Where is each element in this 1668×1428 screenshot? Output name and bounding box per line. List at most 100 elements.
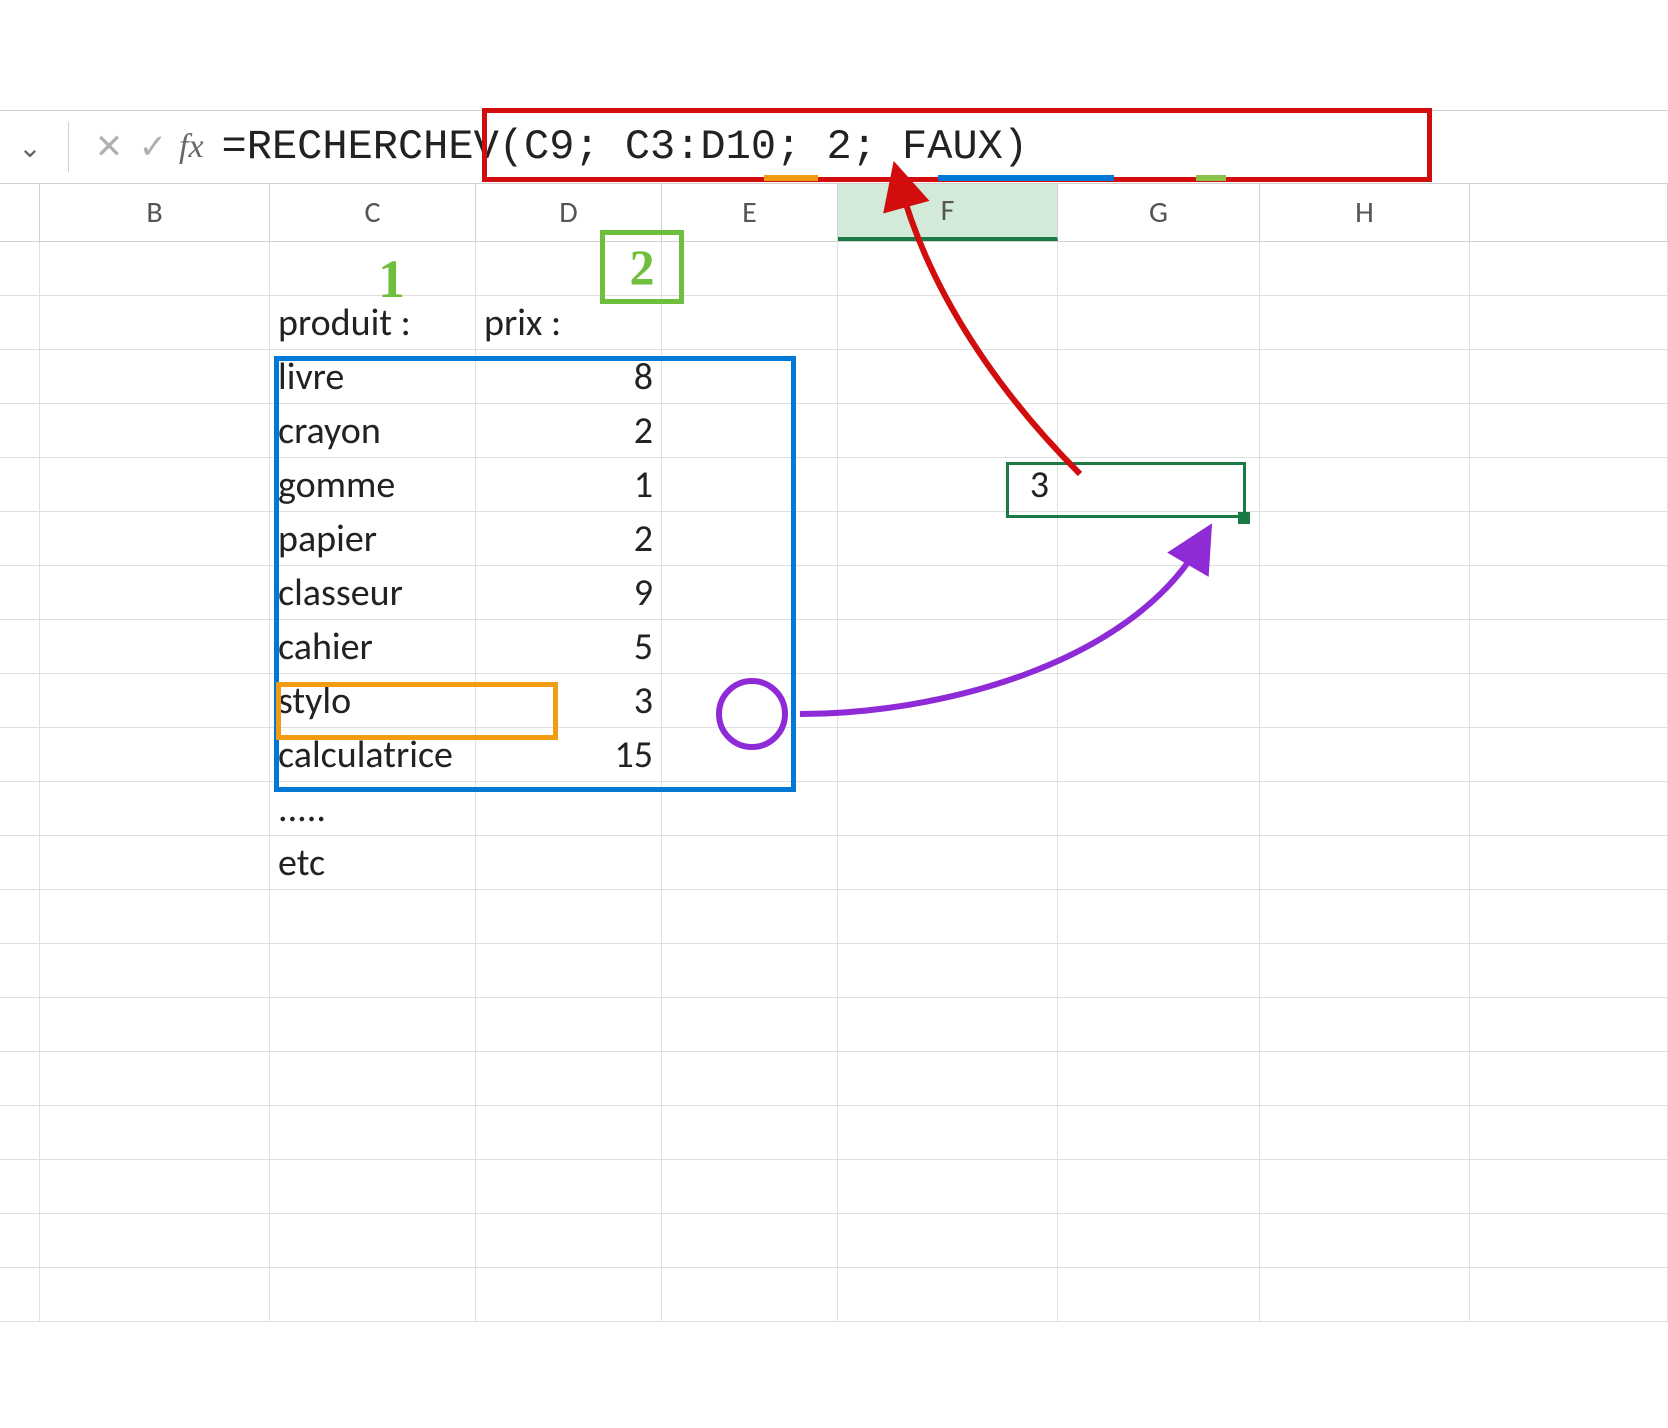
cell[interactable] xyxy=(0,350,40,404)
cell[interactable] xyxy=(40,890,270,944)
cell[interactable] xyxy=(270,1160,476,1214)
cell[interactable] xyxy=(1058,404,1260,458)
cell[interactable] xyxy=(0,1106,40,1160)
cell[interactable] xyxy=(1260,998,1470,1052)
cell[interactable] xyxy=(40,1268,270,1322)
cell-D5[interactable]: 1 xyxy=(476,458,662,512)
cell[interactable] xyxy=(838,620,1058,674)
cell[interactable] xyxy=(1470,404,1668,458)
cell[interactable] xyxy=(662,836,838,890)
col-header-extra[interactable] xyxy=(1470,184,1668,241)
cell[interactable] xyxy=(476,1160,662,1214)
cell[interactable] xyxy=(1058,782,1260,836)
cell[interactable] xyxy=(662,890,838,944)
cell[interactable] xyxy=(838,1160,1058,1214)
cell[interactable] xyxy=(270,944,476,998)
cell[interactable] xyxy=(662,350,838,404)
cell[interactable] xyxy=(0,296,40,350)
cell[interactable] xyxy=(1058,1052,1260,1106)
cell[interactable] xyxy=(0,836,40,890)
cell[interactable] xyxy=(1058,458,1260,512)
cell[interactable] xyxy=(40,944,270,998)
cell[interactable] xyxy=(40,404,270,458)
cell-D6[interactable]: 2 xyxy=(476,512,662,566)
cell-C6[interactable]: papier xyxy=(270,512,476,566)
cell[interactable] xyxy=(1260,1214,1470,1268)
cell[interactable] xyxy=(838,512,1058,566)
col-header-D[interactable]: D xyxy=(476,184,662,241)
cell[interactable] xyxy=(838,1106,1058,1160)
cell[interactable] xyxy=(0,890,40,944)
cell[interactable] xyxy=(1058,566,1260,620)
cell[interactable] xyxy=(476,944,662,998)
cell[interactable] xyxy=(1058,728,1260,782)
cell[interactable] xyxy=(662,1214,838,1268)
cell[interactable] xyxy=(1260,350,1470,404)
cell[interactable] xyxy=(838,674,1058,728)
cell[interactable] xyxy=(662,998,838,1052)
cell[interactable] xyxy=(1260,728,1470,782)
cell[interactable] xyxy=(1260,782,1470,836)
cell[interactable] xyxy=(1058,1268,1260,1322)
cell[interactable] xyxy=(662,242,838,296)
cell[interactable] xyxy=(838,782,1058,836)
cell[interactable] xyxy=(0,674,40,728)
namebox-dropdown-icon[interactable]: ⌄ xyxy=(10,130,50,165)
cell[interactable] xyxy=(270,890,476,944)
spreadsheet-grid[interactable]: B C D E F G H produit : prix : livre xyxy=(0,184,1668,1322)
cell[interactable] xyxy=(838,998,1058,1052)
cell-C12[interactable]: etc xyxy=(270,836,476,890)
cell[interactable] xyxy=(0,458,40,512)
cell[interactable] xyxy=(1470,512,1668,566)
cell[interactable] xyxy=(40,674,270,728)
cell[interactable] xyxy=(476,1214,662,1268)
cell[interactable] xyxy=(1058,620,1260,674)
cell[interactable] xyxy=(838,836,1058,890)
cell[interactable] xyxy=(270,1214,476,1268)
cell[interactable] xyxy=(0,782,40,836)
cell[interactable] xyxy=(476,890,662,944)
cell-C9[interactable]: stylo xyxy=(270,674,476,728)
cell[interactable] xyxy=(1260,1268,1470,1322)
col-header-G[interactable]: G xyxy=(1058,184,1260,241)
cell[interactable] xyxy=(662,512,838,566)
cell[interactable] xyxy=(1470,674,1668,728)
cell[interactable] xyxy=(838,296,1058,350)
cell-D4[interactable]: 2 xyxy=(476,404,662,458)
cell[interactable] xyxy=(1260,242,1470,296)
cell[interactable] xyxy=(1470,1160,1668,1214)
cell[interactable] xyxy=(838,944,1058,998)
cell[interactable] xyxy=(838,1052,1058,1106)
cell[interactable] xyxy=(1260,836,1470,890)
cell[interactable] xyxy=(1470,296,1668,350)
cell[interactable] xyxy=(1058,296,1260,350)
cell[interactable] xyxy=(0,1268,40,1322)
cell[interactable] xyxy=(838,350,1058,404)
cell[interactable] xyxy=(40,458,270,512)
cell[interactable] xyxy=(1470,782,1668,836)
cell-D9[interactable]: 3 xyxy=(476,674,662,728)
cell[interactable] xyxy=(0,728,40,782)
cell[interactable] xyxy=(1260,404,1470,458)
cell[interactable] xyxy=(1470,242,1668,296)
cell[interactable] xyxy=(0,1214,40,1268)
cell[interactable] xyxy=(1260,512,1470,566)
cell[interactable] xyxy=(270,1268,476,1322)
cell[interactable] xyxy=(40,782,270,836)
col-header-E[interactable]: E xyxy=(662,184,838,241)
cell[interactable] xyxy=(662,1106,838,1160)
cell[interactable] xyxy=(1058,512,1260,566)
cell[interactable] xyxy=(1470,836,1668,890)
cell[interactable] xyxy=(662,674,838,728)
cell[interactable] xyxy=(1470,1106,1668,1160)
cell[interactable] xyxy=(40,998,270,1052)
cell[interactable] xyxy=(1470,458,1668,512)
cell[interactable] xyxy=(1470,1052,1668,1106)
cell[interactable] xyxy=(662,458,838,512)
cell[interactable] xyxy=(1058,890,1260,944)
cell[interactable] xyxy=(1058,242,1260,296)
cell-D10[interactable]: 15 xyxy=(476,728,662,782)
cell[interactable] xyxy=(1470,1214,1668,1268)
cell[interactable] xyxy=(0,566,40,620)
cell-D3[interactable]: 8 xyxy=(476,350,662,404)
